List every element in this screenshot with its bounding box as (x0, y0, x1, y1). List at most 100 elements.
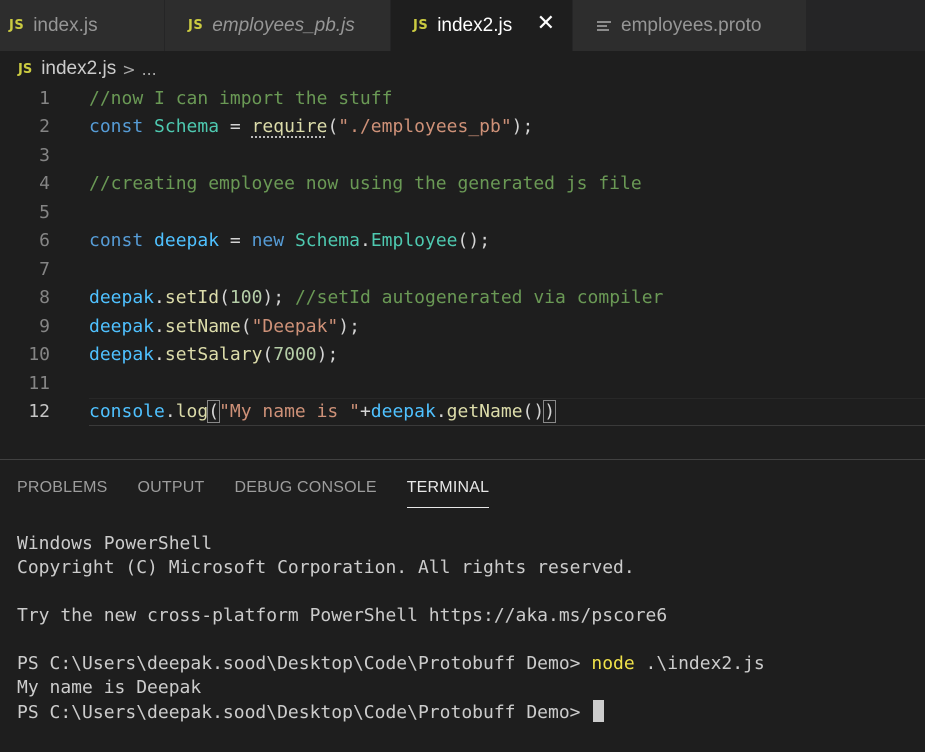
code-line: 11 (0, 369, 925, 397)
code-punct: ); (511, 116, 534, 137)
code-identifier: deepak (370, 401, 436, 422)
tab-problems[interactable]: PROBLEMS (17, 476, 108, 508)
code-punct: ); (262, 287, 295, 308)
code-operator: = (219, 230, 252, 251)
breadcrumb-file[interactable]: index2.js (41, 58, 116, 80)
code-punct: ); (316, 344, 339, 365)
code-class: Employee (370, 230, 458, 251)
bracket-match: ( (207, 400, 221, 423)
tab-employees-proto[interactable]: employees.proto (573, 0, 807, 51)
line-number: 9 (39, 315, 50, 337)
code-punct: . (154, 287, 165, 308)
chevron-right-icon: > (122, 59, 136, 79)
code-number: 7000 (273, 344, 317, 365)
terminal-cursor (593, 700, 605, 722)
terminal-prompt: PS C:\Users\deepak.sood\Desktop\Code\Pro… (17, 653, 592, 674)
code-keyword: new (251, 230, 285, 251)
code-number: 100 (229, 287, 263, 308)
code-string: "My name is " (219, 401, 360, 422)
terminal-line: Windows PowerShell (17, 533, 213, 554)
code-line: 4 //creating employee now using the gene… (0, 170, 925, 198)
line-number: 12 (28, 401, 50, 422)
tab-index-js[interactable]: JS index.js (0, 0, 165, 51)
code-identifier: deepak (89, 287, 155, 308)
terminal-prompt-line[interactable]: PS C:\Users\deepak.sood\Desktop\Code\Pro… (17, 700, 765, 724)
tab-output[interactable]: OUTPUT (138, 476, 205, 508)
tab-employees-pb-js[interactable]: JS employees_pb.js (165, 0, 391, 51)
code-keyword: const (89, 116, 144, 137)
code-line: 6 const deepak = new Schema.Employee(); (0, 227, 925, 255)
file-lines-icon (597, 19, 611, 33)
code-function: log (175, 401, 209, 422)
code-punct: (); (457, 230, 491, 251)
js-file-icon: JS (413, 18, 429, 33)
code-identifier: deepak (154, 230, 220, 251)
tab-label: employees.proto (621, 14, 762, 36)
editor-tab-bar: JS index.js JS employees_pb.js JS index2… (0, 0, 925, 51)
js-file-icon: JS (18, 61, 33, 77)
code-punct: . (154, 315, 165, 337)
terminal-command-line: PS C:\Users\deepak.sood\Desktop\Code\Pro… (17, 652, 765, 676)
code-punct: ( (219, 287, 230, 308)
line-number: 7 (39, 258, 50, 280)
code-comment: //now I can import the stuff (89, 87, 393, 109)
code-keyword: const (89, 230, 144, 251)
line-number: 1 (39, 87, 50, 109)
code-punct: . (435, 401, 447, 422)
code-punct: ); (338, 315, 360, 337)
code-punct: ( (240, 315, 252, 337)
breadcrumb-more[interactable]: ... (142, 59, 157, 80)
terminal-line: Copyright (C) Microsoft Corporation. All… (17, 557, 635, 578)
code-identifier: deepak (89, 344, 155, 365)
tab-debug-console[interactable]: DEBUG CONSOLE (235, 476, 377, 508)
code-punct: () (522, 401, 545, 422)
code-identifier: console (89, 401, 165, 422)
code-string: "Deepak" (251, 315, 339, 337)
code-line: 7 (0, 255, 925, 283)
line-number: 11 (28, 372, 50, 394)
terminal-command: node (591, 653, 635, 674)
code-punct: ( (327, 116, 339, 137)
js-file-icon: JS (188, 18, 204, 33)
code-identifier: deepak (89, 315, 155, 337)
code-string: "./employees_pb" (338, 116, 512, 137)
code-punct: . (359, 230, 371, 251)
code-function: require (251, 116, 328, 137)
code-operator: = (219, 116, 252, 137)
bottom-panel: PROBLEMS OUTPUT DEBUG CONSOLE TERMINAL W… (0, 459, 925, 752)
line-number: 8 (39, 287, 50, 308)
line-number: 3 (39, 144, 50, 166)
tab-terminal[interactable]: TERMINAL (406, 476, 490, 508)
terminal-blank (17, 628, 765, 652)
tab-label: employees_pb.js (212, 14, 355, 36)
line-number: 5 (39, 201, 50, 223)
code-function: setName (164, 315, 241, 337)
code-line: 5 (0, 198, 925, 226)
code-comment: //creating employee now using the genera… (89, 173, 642, 194)
line-number: 4 (39, 173, 50, 194)
terminal-line: My name is Deepak (17, 677, 202, 698)
js-file-icon: JS (9, 18, 25, 33)
line-number: 2 (39, 116, 50, 137)
terminal-blank (17, 580, 765, 604)
panel-tabs: PROBLEMS OUTPUT DEBUG CONSOLE TERMINAL (17, 476, 519, 510)
code-line: 2 const Schema = require("./employees_pb… (0, 113, 925, 141)
code-line: 10 deepak.setSalary(7000); (0, 341, 925, 369)
code-editor[interactable]: 1 //now I can import the stuff 2 const S… (0, 84, 925, 436)
tab-index2-js[interactable]: JS index2.js ✕ (391, 0, 573, 51)
close-icon[interactable]: ✕ (537, 11, 555, 36)
bracket-match: ) (543, 400, 557, 423)
code-punct: . (164, 401, 176, 422)
terminal-argument: .\index2.js (634, 653, 765, 674)
tab-label: index.js (33, 14, 98, 36)
code-punct: ( (262, 344, 274, 365)
line-number: 6 (39, 230, 50, 251)
terminal-output[interactable]: Windows PowerShell Copyright (C) Microso… (17, 532, 765, 724)
breadcrumb: JS index2.js > ... (18, 57, 157, 81)
code-class: Schema (294, 230, 360, 251)
code-punct: . (154, 344, 165, 365)
terminal-line: Try the new cross-platform PowerShell ht… (17, 605, 668, 626)
code-line-current: 12 console.log("My name is "+deepak.getN… (0, 397, 925, 426)
code-identifier: Schema (154, 116, 220, 137)
code-line: 8 deepak.setId(100); //setId autogenerat… (0, 284, 925, 312)
